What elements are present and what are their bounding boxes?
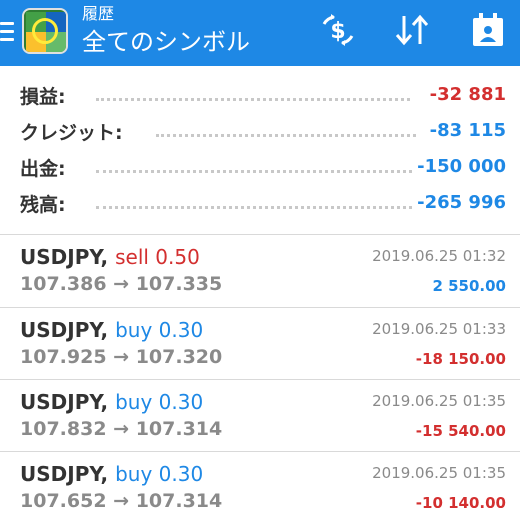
deal-row[interactable]: USDJPY, buy 0.30 107.925 → 107.320 2019.…	[0, 308, 520, 380]
deal-profit: 2 550.00	[432, 277, 506, 295]
deal-prices: 107.925 → 107.320	[20, 346, 223, 368]
summary-value: -32 881	[429, 84, 506, 105]
currency-exchange-icon[interactable]: $	[318, 10, 358, 50]
deal-type: buy 0.30	[115, 390, 204, 414]
deal-prices: 107.832 → 107.314	[20, 418, 223, 440]
deal-symbol: USDJPY,	[20, 390, 109, 414]
deal-type: buy 0.30	[115, 462, 204, 486]
dotted-leader	[96, 170, 412, 173]
dotted-leader	[96, 98, 410, 101]
summary-row-credit: クレジット: -83 115	[0, 114, 520, 150]
summary-value: -150 000	[417, 156, 506, 177]
account-summary: 損益: -32 881 クレジット: -83 115 出金: -150 000 …	[0, 66, 520, 230]
summary-label: 損益:	[20, 82, 72, 109]
deal-title: USDJPY, buy 0.30	[20, 462, 203, 486]
deal-profit: -18 150.00	[415, 350, 506, 368]
sort-icon[interactable]	[392, 10, 432, 50]
deal-profit: -15 540.00	[415, 422, 506, 440]
summary-label: 出金:	[20, 154, 72, 181]
summary-row-withdrawal: 出金: -150 000	[0, 150, 520, 186]
menu-icon-bar	[0, 38, 14, 41]
deal-title: USDJPY, buy 0.30	[20, 390, 203, 414]
app-bar: 履歴 全てのシンボル $	[0, 0, 520, 66]
deal-time: 2019.06.25 01:35	[372, 464, 506, 482]
deal-row[interactable]: USDJPY, sell 0.50 107.386 → 107.335 2019…	[0, 235, 520, 307]
menu-icon-bar	[0, 22, 14, 25]
summary-value: -265 996	[417, 192, 506, 213]
deal-symbol: USDJPY,	[20, 245, 109, 269]
summary-value: -83 115	[429, 120, 506, 141]
deal-time: 2019.06.25 01:35	[372, 392, 506, 410]
app-logo[interactable]	[22, 8, 68, 54]
summary-label: クレジット:	[20, 118, 129, 145]
deal-symbol: USDJPY,	[20, 318, 109, 342]
deal-time: 2019.06.25 01:33	[372, 320, 506, 338]
deal-type: buy 0.30	[115, 318, 204, 342]
deal-prices: 107.386 → 107.335	[20, 273, 223, 295]
deal-title: USDJPY, sell 0.50	[20, 245, 200, 269]
dotted-leader	[96, 206, 412, 209]
menu-icon[interactable]	[0, 14, 16, 50]
screen-title: 履歴	[82, 4, 115, 23]
symbol-filter-title[interactable]: 全てのシンボル	[82, 27, 250, 57]
dotted-leader	[156, 134, 416, 137]
deal-type: sell 0.50	[115, 245, 200, 269]
summary-label: 残高:	[20, 190, 72, 217]
summary-row-balance: 残高: -265 996	[0, 186, 520, 222]
deal-row[interactable]: USDJPY, buy 0.30 107.652 → 107.314 2019.…	[0, 452, 520, 523]
deal-symbol: USDJPY,	[20, 462, 109, 486]
deal-row[interactable]: USDJPY, buy 0.30 107.832 → 107.314 2019.…	[0, 380, 520, 452]
svg-text:$: $	[330, 19, 345, 44]
deal-prices: 107.652 → 107.314	[20, 490, 223, 512]
deal-profit: -10 140.00	[415, 494, 506, 512]
calendar-icon[interactable]	[470, 10, 506, 50]
deal-title: USDJPY, buy 0.30	[20, 318, 203, 342]
deal-time: 2019.06.25 01:32	[372, 247, 506, 265]
logo-ring	[32, 18, 58, 44]
summary-row-profit: 損益: -32 881	[0, 78, 520, 114]
menu-icon-bar	[0, 30, 14, 33]
